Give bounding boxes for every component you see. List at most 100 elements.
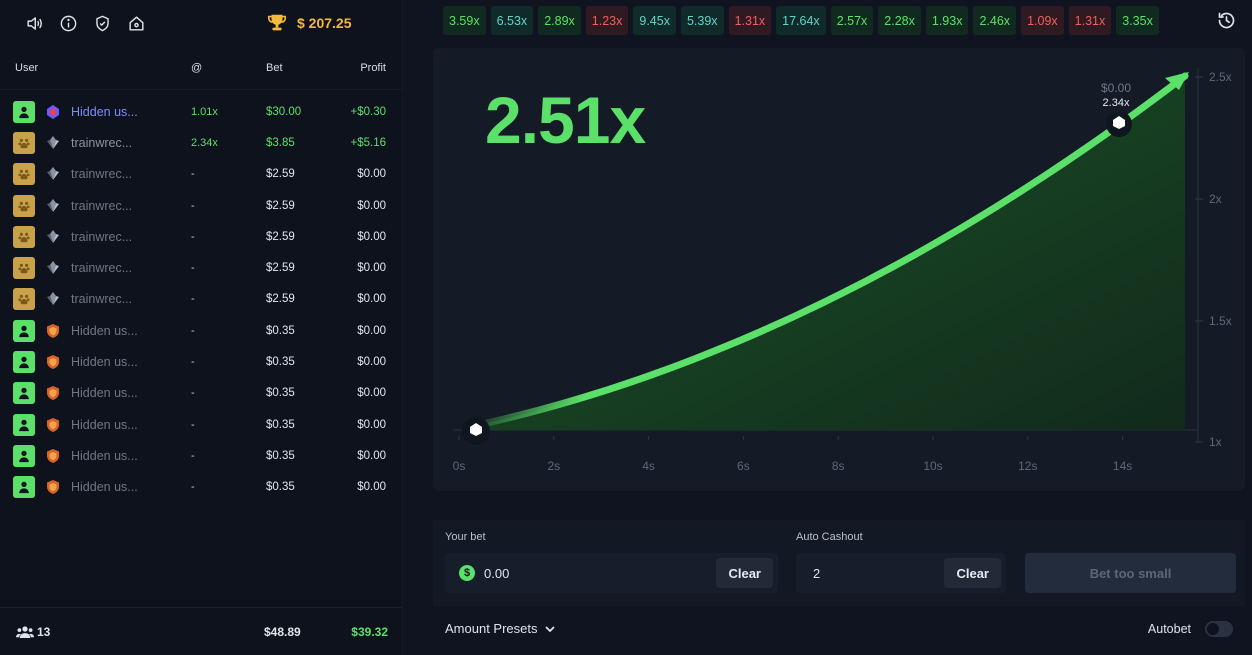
dollar-coin-icon: $ (459, 565, 475, 581)
shield-check-icon[interactable] (92, 13, 112, 33)
y-tick-label: 1x (1209, 435, 1222, 449)
y-tick-label: 1.5x (1209, 314, 1232, 328)
bet-amount: $0.35 (266, 387, 295, 400)
profit-amount: $0.00 (357, 168, 386, 181)
history-chip[interactable]: 6.53x (490, 6, 534, 35)
top-toolbar: $ 207.25 (0, 0, 402, 46)
cashout-clear-button[interactable]: Clear (944, 558, 1001, 588)
user-avatar[interactable] (13, 257, 35, 280)
user-avatar[interactable] (13, 100, 35, 123)
cashout-multiplier: - (191, 293, 195, 306)
current-multiplier: 2.51x (485, 83, 646, 157)
username[interactable]: trainwrec... (71, 292, 132, 306)
history-chip[interactable]: 1.23x (585, 6, 629, 35)
crystal-badge-icon (44, 259, 62, 277)
bet-amount: $0.35 (266, 324, 295, 337)
crystal-badge-icon (44, 197, 62, 215)
username[interactable]: Hidden us... (71, 386, 138, 400)
history-clock-icon[interactable] (1216, 10, 1238, 32)
bet-amount: $0.35 (266, 356, 295, 369)
username[interactable]: Hidden us... (71, 324, 138, 338)
user-avatar[interactable] (13, 225, 35, 248)
x-tick-label: 14s (1113, 459, 1132, 473)
autobet-toggle[interactable] (1205, 621, 1233, 637)
history-chip[interactable]: 2.46x (973, 6, 1017, 35)
bronze-shield-badge-icon (44, 478, 62, 496)
bet-row[interactable]: trainwrec... - $2.59 $0.00 (0, 190, 402, 221)
info-icon[interactable] (58, 13, 78, 33)
history-chip[interactable]: 3.59x (443, 6, 486, 35)
username[interactable]: trainwrec... (71, 136, 132, 150)
bet-row[interactable]: trainwrec... 2.34x $3.85 +$5.16 (0, 127, 402, 158)
place-bet-button[interactable]: Bet too small (1025, 553, 1236, 593)
crystal-badge-icon (44, 228, 62, 246)
bronze-shield-badge-icon (44, 416, 62, 434)
bet-amount-field[interactable]: $ 0.00 Clear (445, 553, 778, 593)
history-chip[interactable]: 2.89x (538, 6, 581, 35)
bet-row[interactable]: trainwrec... - $2.59 $0.00 (0, 252, 402, 283)
history-chip[interactable]: 3.35x (1116, 6, 1159, 35)
profit-amount: $0.00 (357, 356, 386, 369)
user-avatar[interactable] (13, 319, 35, 342)
history-chip[interactable]: 5.39x (680, 6, 724, 35)
bet-amount: $0.35 (266, 481, 295, 494)
users-icon (16, 625, 34, 638)
username[interactable]: Hidden us... (71, 480, 138, 494)
username[interactable]: Hidden us... (71, 418, 138, 432)
bet-row[interactable]: trainwrec... - $2.59 $0.00 (0, 159, 402, 190)
bet-controls: Your bet $ 0.00 Clear Auto Cashout 2 Cle… (433, 520, 1245, 606)
history-chip[interactable]: 1.31x (1068, 6, 1112, 35)
bet-clear-button[interactable]: Clear (716, 558, 773, 588)
amount-presets-dropdown[interactable]: Amount Presets (445, 621, 556, 636)
bet-row[interactable]: trainwrec... - $2.59 $0.00 (0, 221, 402, 252)
bet-row[interactable]: Hidden us... - $0.35 $0.00 (0, 378, 402, 409)
username[interactable]: trainwrec... (71, 167, 132, 181)
home-icon[interactable] (126, 13, 146, 33)
auto-cashout-field[interactable]: 2 Clear (796, 553, 1006, 593)
history-chip[interactable]: 9.45x (633, 6, 676, 35)
bet-row[interactable]: Hidden us... - $0.35 $0.00 (0, 315, 402, 346)
cashout-multiplier: - (191, 199, 195, 212)
profit-amount: $0.00 (357, 262, 386, 275)
bet-amount: $0.35 (266, 418, 295, 431)
history-chip[interactable]: 1.31x (728, 6, 772, 35)
profit-amount: $0.00 (357, 387, 386, 400)
user-avatar[interactable] (13, 476, 35, 499)
user-avatar[interactable] (13, 413, 35, 436)
user-avatar[interactable] (13, 351, 35, 374)
cashout-multiplier: - (191, 449, 195, 462)
history-chip[interactable]: 1.09x (1021, 6, 1064, 35)
cashout-multiplier: 2.34x (191, 136, 218, 149)
username[interactable]: Hidden us... (71, 449, 138, 463)
bet-amount-value[interactable]: 0.00 (484, 566, 509, 581)
crash-graph: 0s 2s 4s 6s 8s 10s 12s 14s 2.5x 2x 1.5x 1x $0.00 2.34… (433, 48, 1245, 491)
user-avatar[interactable] (13, 131, 35, 154)
user-avatar[interactable] (13, 163, 35, 186)
history-chip[interactable]: 1.93x (925, 6, 969, 35)
user-avatar[interactable] (13, 444, 35, 467)
history-chip[interactable]: 2.28x (878, 6, 921, 35)
bet-row[interactable]: Hidden us... - $0.35 $0.00 (0, 472, 402, 503)
bronze-shield-badge-icon (44, 447, 62, 465)
bet-row[interactable]: Hidden us... - $0.35 $0.00 (0, 346, 402, 377)
your-bet-label: Your bet (445, 531, 486, 543)
bet-row[interactable]: trainwrec... - $2.59 $0.00 (0, 284, 402, 315)
history-chip[interactable]: 2.57x (830, 6, 874, 35)
bet-amount: $2.59 (266, 230, 295, 243)
history-chip[interactable]: 17.64x (776, 6, 826, 35)
username[interactable]: trainwrec... (71, 261, 132, 275)
username[interactable]: trainwrec... (71, 199, 132, 213)
bet-row[interactable]: Hidden us... - $0.35 $0.00 (0, 409, 402, 440)
user-avatar[interactable] (13, 382, 35, 405)
crash-history: 3.59x 6.53x 2.89x 1.23x 9.45x 5.39x 1.31x 17.64… (443, 6, 1209, 35)
user-avatar[interactable] (13, 194, 35, 217)
auto-cashout-value[interactable]: 2 (813, 566, 820, 581)
profit-amount: $0.00 (357, 449, 386, 462)
speaker-icon[interactable] (24, 13, 44, 33)
bet-row[interactable]: Hidden us... - $0.35 $0.00 (0, 440, 402, 471)
username[interactable]: Hidden us... (71, 105, 138, 119)
username[interactable]: Hidden us... (71, 355, 138, 369)
bet-row[interactable]: Hidden us... 1.01x $30.00 +$0.30 (0, 96, 402, 127)
username[interactable]: trainwrec... (71, 230, 132, 244)
user-avatar[interactable] (13, 288, 35, 311)
